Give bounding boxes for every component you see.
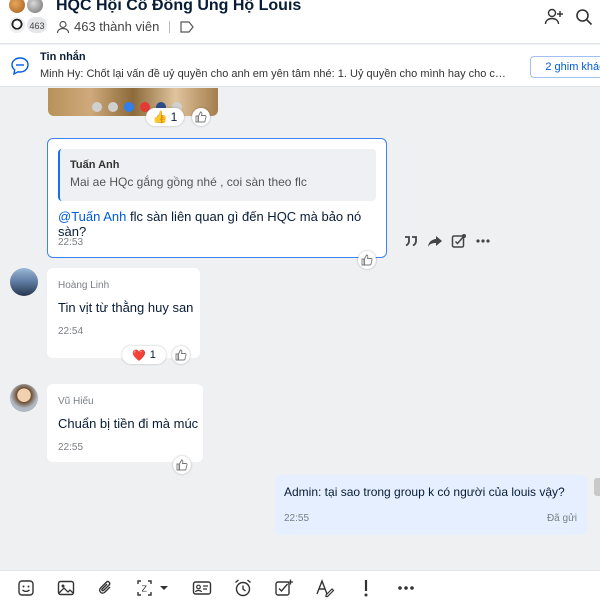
- svg-text:Z: Z: [142, 585, 148, 594]
- group-title[interactable]: HQC Hội Cổ Đông Ủng Hộ Louis: [56, 0, 301, 15]
- member-count-label[interactable]: 463 thành viên: [74, 19, 159, 34]
- sender-name[interactable]: Vũ Hiếu: [58, 396, 94, 407]
- message-time: 22:53: [58, 237, 84, 248]
- quoted-message[interactable]: Tuấn Anh Mai ae HQc gắng gồng nhé , coi …: [58, 149, 376, 201]
- person-icon: [56, 20, 70, 34]
- message-actions: [403, 233, 491, 249]
- message-text: Tin vịt từ thằng huy san: [58, 300, 194, 315]
- pinned-message-bar[interactable]: Tin nhắn Minh Hy: Chốt lại vấn đề uỷ quy…: [0, 45, 600, 87]
- attachment-icon[interactable]: [96, 578, 116, 598]
- checklist-icon[interactable]: [274, 578, 294, 598]
- message-bubble-selected[interactable]: Tuấn Anh Mai ae HQc gắng gồng nhé , coi …: [47, 138, 387, 258]
- quote-icon[interactable]: [403, 234, 419, 248]
- message-status: Đã gửi: [546, 513, 577, 524]
- quoted-text: Mai ae HQc gắng gồng nhé , coi sàn theo …: [70, 175, 307, 189]
- reaction-count: 1: [170, 110, 178, 124]
- member-count-badge: 463: [26, 16, 48, 34]
- my-message-bubble[interactable]: Admin: tại sao trong group k có người củ…: [275, 475, 587, 535]
- forward-icon[interactable]: [427, 234, 443, 248]
- urgent-icon[interactable]: [356, 578, 376, 598]
- like-icon[interactable]: [192, 108, 210, 126]
- sticker-icon[interactable]: [16, 578, 36, 598]
- alarm-clock-icon[interactable]: [233, 578, 253, 598]
- like-icon[interactable]: [358, 251, 376, 269]
- pinned-text[interactable]: Minh Hy: Chốt lại vấn đề uỷ quyền cho an…: [40, 68, 510, 80]
- more-pinned-button[interactable]: 2 ghim khác: [530, 56, 600, 78]
- message-time: 22:54: [58, 326, 84, 337]
- sender-name[interactable]: Hoàng Linh: [58, 280, 109, 291]
- like-icon[interactable]: [173, 456, 191, 474]
- message-text: Chuẩn bị tiền đi mà múc: [58, 416, 199, 431]
- message-text: @Tuấn Anh flc sàn liên quan gì đến HQC m…: [58, 209, 386, 239]
- avatar[interactable]: [10, 384, 38, 412]
- avatar[interactable]: [10, 268, 38, 296]
- member-info: 463 thành viên: [56, 19, 195, 34]
- add-member-icon[interactable]: [543, 6, 565, 28]
- message-text: Admin: tại sao trong group k có người củ…: [284, 485, 565, 499]
- message-bubble[interactable]: Hoàng Linh Tin vịt từ thằng huy san 22:5…: [47, 268, 200, 358]
- like-icon[interactable]: [172, 346, 190, 364]
- message-time: 22:55: [58, 442, 84, 453]
- mention-link[interactable]: @Tuấn Anh: [58, 209, 126, 224]
- heart-emoji: ❤️: [132, 349, 146, 362]
- quoted-sender: Tuấn Anh: [70, 159, 120, 171]
- screenshot-icon[interactable]: Z: [136, 578, 156, 598]
- message-list[interactable]: 👍 1 Tuấn Anh Mai ae HQc gắng gồng nhé , …: [0, 88, 600, 570]
- group-avatar[interactable]: 463: [6, 0, 50, 40]
- reaction-count: 1: [149, 349, 156, 361]
- chat-header: 463 HQC Hội Cổ Đông Ủng Hộ Louis 463 thà…: [0, 0, 600, 44]
- pinned-label: Tin nhắn: [40, 51, 86, 63]
- cropped-image: [594, 478, 600, 496]
- search-icon[interactable]: [573, 6, 595, 28]
- tag-icon[interactable]: [180, 20, 195, 33]
- image-icon: [92, 102, 102, 112]
- chat-bubble-icon: [10, 56, 30, 76]
- member-avatar: [8, 0, 26, 14]
- task-icon[interactable]: [451, 233, 467, 249]
- image-icon: [124, 102, 134, 112]
- chevron-down-icon[interactable]: [158, 578, 170, 598]
- contact-card-icon[interactable]: [192, 578, 212, 598]
- reaction-badge[interactable]: 👍 1: [146, 108, 184, 126]
- message-time: 22:55: [284, 513, 310, 524]
- more-options-icon[interactable]: [475, 238, 491, 244]
- more-icon[interactable]: [396, 578, 416, 598]
- divider: [169, 20, 171, 33]
- message-bubble[interactable]: Vũ Hiếu Chuẩn bị tiền đi mà múc 22:55: [47, 384, 203, 462]
- reaction-badge[interactable]: ❤️ 1: [122, 346, 166, 364]
- member-avatar: [8, 16, 26, 34]
- thumbs-up-emoji: 👍: [152, 110, 168, 124]
- text-format-icon[interactable]: [315, 578, 335, 598]
- composer-toolbar: Z: [0, 570, 600, 600]
- image-icon: [108, 102, 118, 112]
- member-avatar: [26, 0, 44, 14]
- image-icon[interactable]: [56, 578, 76, 598]
